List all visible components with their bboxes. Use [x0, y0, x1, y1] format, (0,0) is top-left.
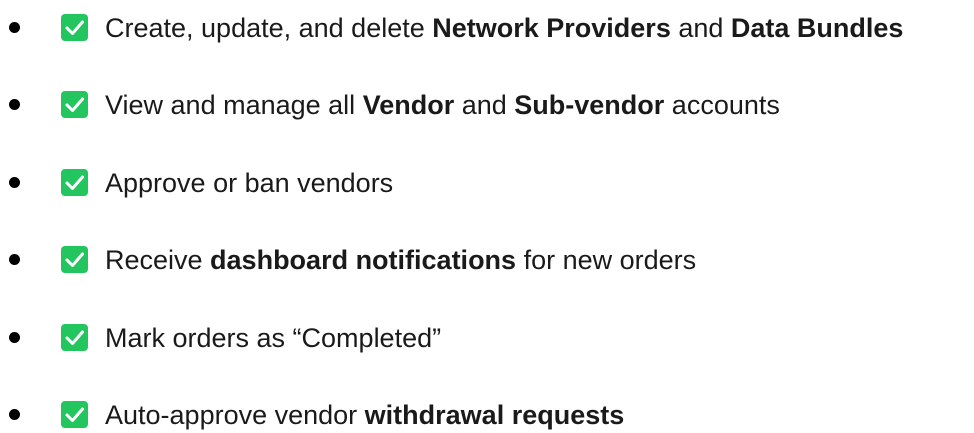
check-square-icon [61, 169, 88, 196]
text-segment: Receive [105, 245, 211, 275]
check-square-icon [61, 91, 88, 118]
list-item: View and manage all Vendor and Sub-vendo… [0, 83, 974, 123]
text-segment-bold: dashboard notifications [210, 245, 517, 275]
text-segment-bold: Data Bundles [730, 13, 904, 43]
list-item: Create, update, and delete Network Provi… [0, 6, 974, 46]
check-square-icon [61, 246, 88, 273]
check-square-icon [61, 401, 88, 428]
text-segment: Approve or ban vendors [105, 168, 394, 198]
list-item-text: Auto-approve vendor withdrawal requests [105, 399, 624, 431]
list-item: Receive dashboard notifications for new … [0, 238, 974, 278]
bullet-icon [9, 22, 20, 33]
list-item-text: View and manage all Vendor and Sub-vendo… [105, 89, 780, 121]
list-item-text: Approve or ban vendors [105, 167, 393, 199]
text-segment: for new orders [516, 245, 697, 275]
bullet-icon [9, 177, 20, 188]
list-item: Mark orders as “Completed” [0, 316, 974, 356]
text-segment: accounts [664, 90, 780, 120]
text-segment: Mark orders as “Completed” [105, 323, 442, 353]
text-segment-bold: Vendor [362, 90, 455, 120]
text-segment-bold: Sub-vendor [514, 90, 665, 120]
bullet-icon [9, 99, 20, 110]
text-segment: and [454, 90, 515, 120]
text-segment-bold: Network Providers [432, 13, 671, 43]
bullet-icon [9, 254, 20, 265]
text-segment: and [670, 13, 731, 43]
text-segment: Auto-approve vendor [105, 400, 365, 430]
list-item-text: Mark orders as “Completed” [105, 322, 441, 354]
list-item: Approve or ban vendors [0, 161, 974, 201]
list-item-text: Receive dashboard notifications for new … [105, 244, 696, 276]
list-item: Auto-approve vendor withdrawal requests [0, 393, 974, 433]
bullet-icon [9, 409, 20, 420]
check-square-icon [61, 324, 88, 351]
bullet-icon [9, 332, 20, 343]
text-segment: Create, update, and delete [105, 13, 433, 43]
check-square-icon [61, 14, 88, 41]
text-segment-bold: withdrawal requests [364, 400, 625, 430]
list-item-text: Create, update, and delete Network Provi… [105, 12, 903, 44]
text-segment: View and manage all [105, 90, 363, 120]
